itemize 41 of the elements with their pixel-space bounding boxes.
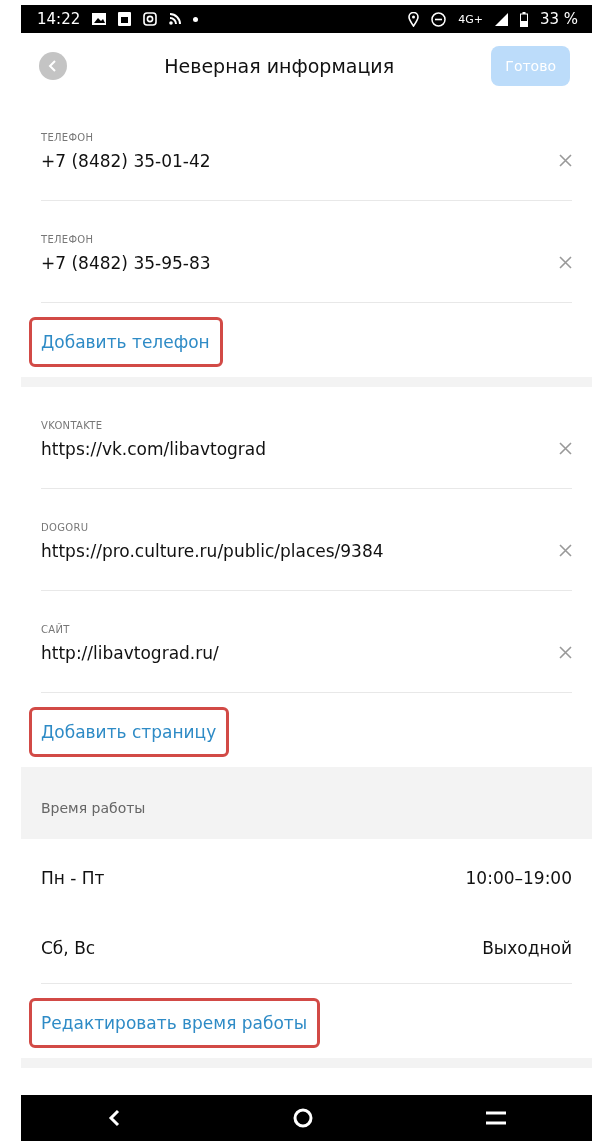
field-value[interactable]: https://vk.com/libavtograd xyxy=(41,439,559,459)
back-button[interactable] xyxy=(39,52,67,80)
field-label: VKONTAKTE xyxy=(41,420,104,431)
menu-nav-icon[interactable] xyxy=(485,1111,506,1125)
signal-icon xyxy=(494,12,508,26)
clear-icon[interactable] xyxy=(559,646,572,659)
hours-text: Выходной xyxy=(482,938,572,958)
image-icon xyxy=(92,13,107,25)
days-text: Сб, Вс xyxy=(41,938,96,958)
screen-title: Неверная информация xyxy=(163,55,396,77)
rss-icon xyxy=(169,13,182,25)
chevron-left-icon xyxy=(48,60,58,72)
do-not-disturb-icon xyxy=(431,11,447,27)
clear-icon[interactable] xyxy=(559,154,572,167)
camera-icon xyxy=(143,12,158,26)
network-text: 4G+ xyxy=(458,12,483,26)
add-link[interactable]: Добавить телефон xyxy=(29,317,223,367)
home-nav-icon[interactable] xyxy=(292,1108,313,1128)
add-link[interactable]: Добавить страницу xyxy=(29,707,230,757)
section-title: Время работы xyxy=(41,800,146,816)
edit-hours-link[interactable]: Редактировать время работы xyxy=(29,998,321,1048)
battery-icon xyxy=(519,11,528,27)
calendar-icon xyxy=(118,12,132,26)
field-value[interactable]: https://pro.culture.ru/public/places/9384 xyxy=(41,541,559,561)
location-icon xyxy=(408,11,420,27)
field-label: DOGORU xyxy=(41,522,90,533)
field-label: ТЕЛЕФОН xyxy=(41,132,95,143)
field-label: ТЕЛЕФОН xyxy=(41,234,95,245)
clear-icon[interactable] xyxy=(559,544,572,557)
field-label: САЙТ xyxy=(41,624,71,635)
battery-text: 33 % xyxy=(539,10,578,28)
clear-icon[interactable] xyxy=(559,256,572,269)
field-value[interactable]: http://libavtograd.ru/ xyxy=(41,643,559,663)
back-nav-icon[interactable] xyxy=(107,1109,120,1127)
clear-icon[interactable] xyxy=(559,442,572,455)
days-text: Пн - Пт xyxy=(41,868,105,888)
field-value[interactable]: +7 (8482) 35-01-42 xyxy=(41,151,559,171)
hours-text: 10:00–19:00 xyxy=(465,868,572,888)
dot-icon xyxy=(193,16,199,22)
field-value[interactable]: +7 (8482) 35-95-83 xyxy=(41,253,559,273)
clock-text: 14:22 xyxy=(37,10,81,28)
